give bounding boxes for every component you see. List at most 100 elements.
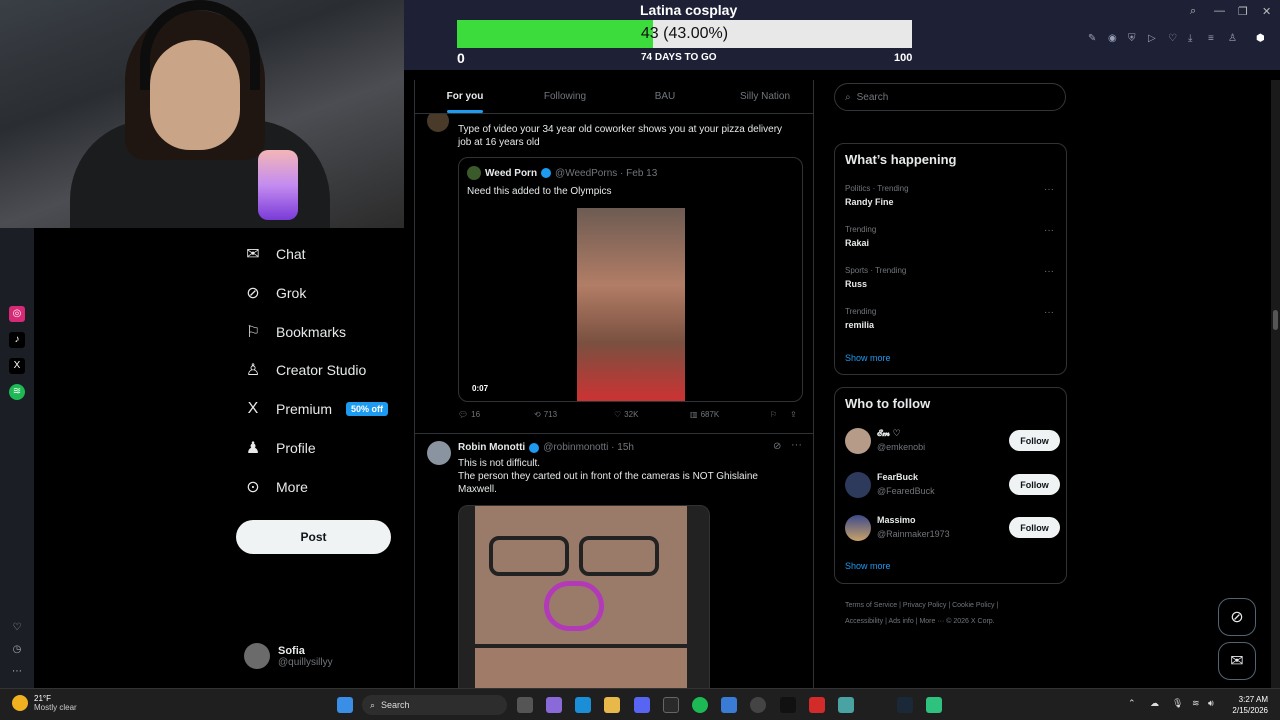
follow-button[interactable]: Follow: [1009, 430, 1060, 451]
who-to-follow-panel: Who to follow 𝓔𝓶 ♡ @emkenobi Follow FearBu…: [834, 387, 1067, 584]
volume-icon[interactable]: 🔊︎: [1208, 698, 1214, 709]
follow-suggestion[interactable]: FearBuck @FearedBuck Follow: [845, 470, 1060, 500]
tweet-text: Type of video your 34 year old coworker …: [458, 124, 783, 148]
steam-icon[interactable]: [897, 697, 913, 713]
heart-icon[interactable]: ♡: [9, 620, 25, 636]
messages-fab-icon[interactable]: ✉: [1218, 642, 1256, 680]
share-icon[interactable]: ⇪: [790, 410, 797, 419]
camera-icon[interactable]: ◉: [1108, 33, 1117, 44]
user-name: Sofia: [278, 644, 305, 657]
spotify-icon[interactable]: ≋: [9, 384, 25, 400]
app-icon[interactable]: [926, 697, 942, 713]
trend-more-icon[interactable]: ···: [1044, 266, 1054, 277]
shield-icon[interactable]: ⛨: [1128, 33, 1136, 44]
edit-icon[interactable]: ✎: [1088, 33, 1096, 44]
trend-item[interactable]: Trending Rakai ···: [845, 225, 1060, 248]
start-icon[interactable]: [337, 697, 353, 713]
whats-happening-panel: What’s happening Politics · Trending Rand…: [834, 143, 1067, 375]
close-icon[interactable]: ✕: [1262, 5, 1271, 18]
grok-fab-icon[interactable]: ⊘: [1218, 598, 1256, 636]
restore-icon[interactable]: ❐: [1238, 5, 1248, 18]
x-icon[interactable]: X: [9, 358, 25, 374]
footer-links-row[interactable]: Accessibility | Ads info | More ··· © 20…: [845, 614, 1055, 630]
play-icon[interactable]: ▷: [1148, 33, 1156, 44]
store-icon[interactable]: [663, 697, 679, 713]
creator-icon: ♙: [245, 362, 261, 379]
scrollbar[interactable]: [1271, 80, 1280, 688]
sidebar-item-chat[interactable]: ✉ Chat: [244, 240, 305, 268]
more-icon[interactable]: ⋯: [9, 664, 25, 680]
account-switcher[interactable]: Sofia@quillysillyy ···: [244, 643, 443, 669]
sidebar-item-grok[interactable]: ⊘ Grok: [244, 279, 306, 307]
menu-icon[interactable]: ≡: [1208, 33, 1214, 44]
tab-following[interactable]: Following: [515, 80, 615, 113]
trend-more-icon[interactable]: ···: [1044, 307, 1054, 318]
footer-links-row[interactable]: Terms of Service | Privacy Policy | Cook…: [845, 598, 1055, 614]
wifi-icon[interactable]: ≋: [1192, 698, 1200, 709]
search-icon[interactable]: ⌕: [1190, 5, 1196, 18]
follow-suggestion[interactable]: 𝓔𝓶 ♡ @emkenobi Follow: [845, 426, 1060, 456]
instagram-icon[interactable]: ◎: [9, 306, 25, 322]
trend-more-icon[interactable]: ···: [1044, 184, 1054, 195]
show-more-link[interactable]: Show more: [845, 561, 891, 571]
profile-icon[interactable]: ♙: [1228, 33, 1237, 44]
search-input[interactable]: ⌕ Search: [834, 83, 1066, 111]
extension-icon[interactable]: ⬢: [1256, 33, 1265, 44]
sidebar-item-creator-studio[interactable]: ♙ Creator Studio: [244, 356, 366, 384]
trend-more-icon[interactable]: ···: [1044, 225, 1054, 236]
tab-for-you[interactable]: For you: [415, 80, 515, 113]
edge-icon[interactable]: [575, 697, 591, 713]
sidebar-item-premium[interactable]: X Premium 50% off: [244, 395, 389, 423]
tab-silly-nation[interactable]: Silly Nation: [715, 80, 813, 113]
minimize-icon[interactable]: —: [1214, 5, 1225, 17]
opera-icon[interactable]: [809, 697, 825, 713]
copilot-icon[interactable]: [546, 697, 562, 713]
history-icon[interactable]: ◷: [9, 642, 25, 658]
follow-suggestion[interactable]: Massimo @Rainmaker1973 Follow: [845, 513, 1060, 543]
timeline-tabs: For you Following BAU Silly Nation: [415, 80, 813, 114]
scrollbar-thumb[interactable]: [1273, 310, 1278, 330]
trend-item[interactable]: Trending remilia ···: [845, 307, 1060, 330]
trend-item[interactable]: Politics · Trending Randy Fine ···: [845, 184, 1060, 207]
tiktok-icon[interactable]: [780, 697, 796, 713]
bookmark-icon[interactable]: ⚐: [770, 410, 790, 419]
panel-title: What’s happening: [845, 152, 957, 167]
mail-icon: ✉: [246, 246, 260, 263]
taskbar-search[interactable]: ⌕ Search: [362, 695, 507, 715]
tray-chevron-icon[interactable]: ⌃: [1128, 698, 1136, 709]
tab-bau[interactable]: BAU: [615, 80, 715, 113]
sidebar-item-bookmarks[interactable]: ⚐ Bookmarks: [244, 318, 346, 346]
mail-icon[interactable]: [721, 697, 737, 713]
quote-tweet[interactable]: Weed Porn @WeedPorns · Feb 13 Need this …: [458, 157, 803, 402]
follow-button[interactable]: Follow: [1009, 517, 1060, 538]
views-button[interactable]: ▥ 687K: [690, 410, 770, 419]
tweet-image[interactable]: [458, 505, 710, 688]
weather-widget[interactable]: 21°F Mostly clear: [12, 694, 77, 712]
sidebar-item-profile[interactable]: ♟ Profile: [244, 434, 316, 462]
heart-icon[interactable]: ♡: [1168, 33, 1177, 44]
app-icon[interactable]: [838, 697, 854, 713]
spotify-icon[interactable]: [692, 697, 708, 713]
obs-icon[interactable]: [750, 697, 766, 713]
sidebar-item-more[interactable]: ⊙ More: [244, 473, 308, 501]
cloud-icon[interactable]: ☁: [1150, 698, 1159, 709]
download-icon[interactable]: ⤓: [1188, 33, 1192, 44]
more-circle-icon: ⊙: [246, 479, 260, 496]
reply-button[interactable]: 💬︎ 16: [458, 410, 534, 419]
clock[interactable]: 3:27 AM 2/15/2026: [1232, 694, 1268, 716]
like-button[interactable]: ♡ 32K: [614, 410, 690, 419]
explorer-icon[interactable]: [604, 697, 620, 713]
task-view-icon[interactable]: [517, 697, 533, 713]
post-button[interactable]: Post: [236, 520, 391, 554]
grok-icon[interactable]: ⊘: [773, 441, 781, 452]
discord-icon[interactable]: [634, 697, 650, 713]
repost-button[interactable]: ⟲ 713: [534, 410, 614, 419]
mic-icon[interactable]: 🎙︎: [1172, 698, 1183, 709]
tweet-more-icon[interactable]: ···: [791, 439, 802, 451]
follow-button[interactable]: Follow: [1009, 474, 1060, 495]
tiktok-icon[interactable]: ♪: [9, 332, 25, 348]
video-thumbnail[interactable]: [577, 208, 685, 401]
avatar: [467, 166, 481, 180]
show-more-link[interactable]: Show more: [845, 353, 891, 363]
trend-item[interactable]: Sports · Trending Russ ···: [845, 266, 1060, 289]
